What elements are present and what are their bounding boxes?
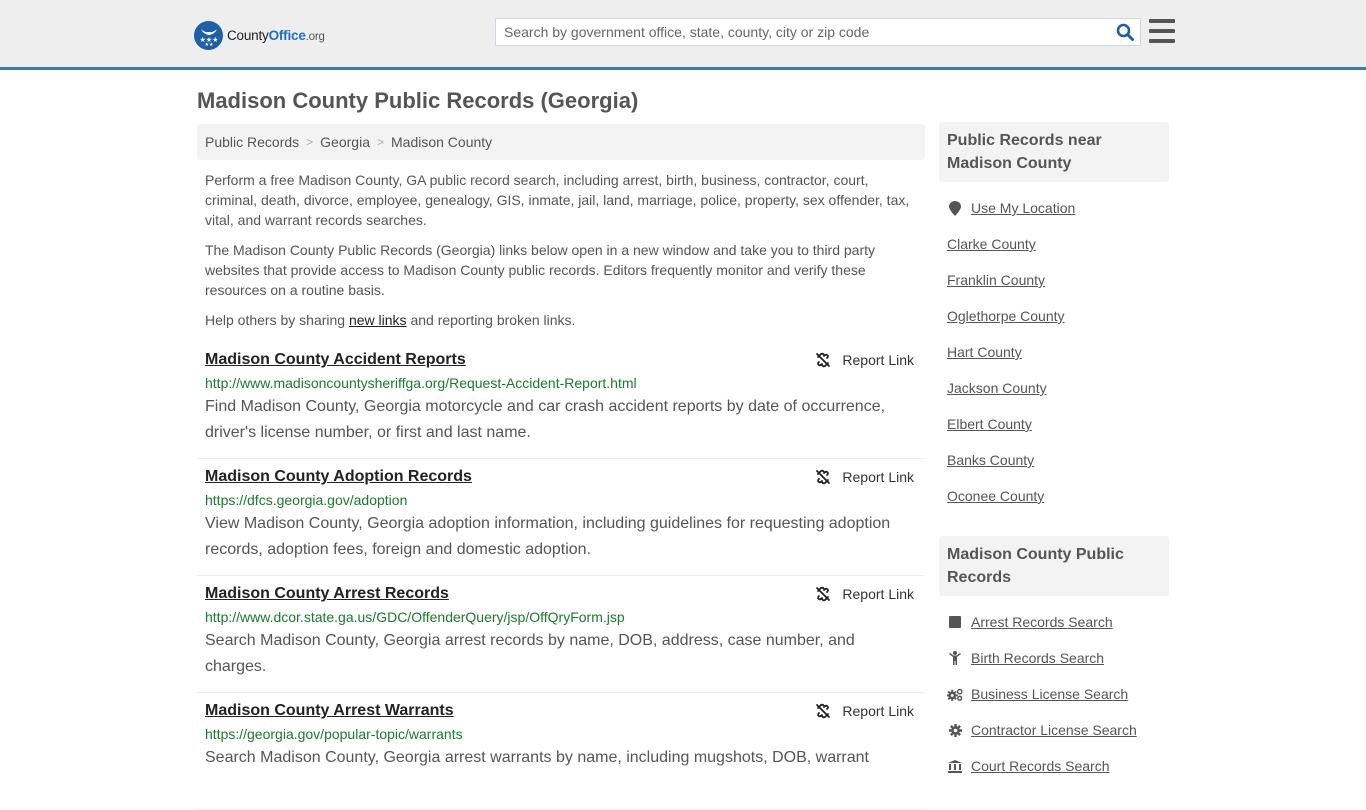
- record-title-link[interactable]: Madison County Accident Reports: [205, 350, 466, 370]
- site-header: ★★★ ★★ CountyOffice.org: [0, 0, 1366, 70]
- use-my-location-link[interactable]: Use My Location: [971, 200, 1075, 216]
- sidebar-county-records: Madison County Public Records Arrest Rec…: [939, 536, 1169, 784]
- record-item: Madison County Accident Reports Report L…: [197, 342, 925, 459]
- gears-icon: [947, 688, 963, 701]
- use-location-item: Use My Location: [947, 190, 1169, 226]
- sidebar-nearby: Public Records near Madison County Use M…: [939, 122, 1169, 514]
- site-logo[interactable]: ★★★ ★★ CountyOffice.org: [194, 20, 325, 50]
- county-record-item: Contractor License Search: [947, 712, 1169, 748]
- logo-text: CountyOffice.org: [227, 28, 325, 43]
- nearby-county-item: Clarke County: [947, 226, 1169, 262]
- sidebar-nearby-heading: Public Records near Madison County: [939, 122, 1169, 182]
- new-links-link[interactable]: new links: [349, 312, 407, 328]
- record-description: Search Madison County, Georgia arrest wa…: [205, 749, 869, 766]
- search-icon: [1116, 23, 1134, 41]
- broken-link-icon: [816, 469, 831, 485]
- nearby-county-link[interactable]: Oglethorpe County: [947, 308, 1065, 324]
- nearby-county-link[interactable]: Hart County: [947, 344, 1022, 360]
- search-bar: [495, 18, 1141, 46]
- hamburger-menu-button[interactable]: [1149, 19, 1175, 43]
- intro-text: Perform a free Madison County, GA public…: [205, 170, 920, 340]
- intro-paragraph-1: Perform a free Madison County, GA public…: [205, 172, 910, 228]
- records-list: Madison County Accident Reports Report L…: [197, 342, 925, 810]
- broken-link-icon: [816, 586, 831, 602]
- menu-bar-icon: [1149, 39, 1175, 43]
- sidebar-county-records-heading: Madison County Public Records: [939, 536, 1169, 596]
- breadcrumb-separator: >: [376, 135, 384, 149]
- nearby-county-link[interactable]: Elbert County: [947, 416, 1032, 432]
- report-link-button[interactable]: Report Link: [815, 469, 914, 485]
- intro-paragraph-2: The Madison County Public Records (Georg…: [205, 242, 876, 298]
- record-description: Search Madison County, Georgia arrest re…: [205, 632, 855, 675]
- breadcrumb-georgia[interactable]: Georgia: [320, 134, 370, 150]
- record-url: http://www.dcor.state.ga.us/GDC/Offender…: [205, 609, 625, 625]
- nearby-county-item: Banks County: [947, 442, 1169, 478]
- breadcrumb-public-records[interactable]: Public Records: [205, 134, 299, 150]
- search-button[interactable]: [1110, 19, 1140, 45]
- nearby-county-item: Oglethorpe County: [947, 298, 1169, 334]
- nearby-county-link[interactable]: Oconee County: [947, 488, 1044, 504]
- nearby-list: Use My Location Clarke County Franklin C…: [939, 190, 1169, 514]
- record-url: https://georgia.gov/popular-topic/warran…: [205, 726, 463, 742]
- report-link-label: Report Link: [842, 352, 914, 368]
- nearby-county-item: Jackson County: [947, 370, 1169, 406]
- courthouse-icon: [947, 759, 963, 773]
- child-icon: [947, 651, 963, 665]
- nearby-county-item: Elbert County: [947, 406, 1169, 442]
- record-item: Madison County Arrest Records Report Lin…: [197, 576, 925, 693]
- nearby-county-link[interactable]: Jackson County: [947, 380, 1047, 396]
- page-title: Madison County Public Records (Georgia): [197, 88, 639, 113]
- record-item: Madison County Adoption Records Report L…: [197, 459, 925, 576]
- report-link-button[interactable]: Report Link: [815, 586, 914, 602]
- report-link-button[interactable]: Report Link: [815, 703, 914, 719]
- county-records-list: Arrest Records Search Birth Records Sear…: [939, 604, 1169, 784]
- svg-text:★★: ★★: [204, 42, 213, 46]
- report-link-label: Report Link: [842, 586, 914, 602]
- record-url: https://dfcs.georgia.gov/adoption: [205, 492, 408, 508]
- report-link-label: Report Link: [842, 703, 914, 719]
- search-input[interactable]: [496, 19, 1110, 45]
- nearby-county-item: Oconee County: [947, 478, 1169, 514]
- breadcrumb: Public Records > Georgia > Madison Count…: [197, 124, 925, 160]
- logo-office: Office: [268, 27, 306, 43]
- intro-text-before: Help others by sharing: [205, 312, 349, 328]
- record-description: View Madison County, Georgia adoption in…: [205, 515, 891, 558]
- record-description: Find Madison County, Georgia motorcycle …: [205, 398, 886, 441]
- record-title-link[interactable]: Madison County Arrest Records: [205, 584, 449, 604]
- birth-records-search-link[interactable]: Birth Records Search: [971, 650, 1104, 666]
- nearby-county-item: Franklin County: [947, 262, 1169, 298]
- breadcrumb-separator: >: [306, 135, 314, 149]
- nearby-county-link[interactable]: Franklin County: [947, 272, 1045, 288]
- map-marker-icon: [947, 200, 963, 216]
- county-record-item: Birth Records Search: [947, 640, 1169, 676]
- report-link-label: Report Link: [842, 469, 914, 485]
- nearby-county-link[interactable]: Banks County: [947, 452, 1034, 468]
- intro-text-after: and reporting broken links.: [406, 312, 576, 328]
- menu-bar-icon: [1149, 29, 1175, 33]
- breadcrumb-madison-county[interactable]: Madison County: [391, 134, 492, 150]
- nearby-county-link[interactable]: Clarke County: [947, 236, 1036, 252]
- logo-county: County: [227, 27, 269, 43]
- menu-bar-icon: [1149, 19, 1175, 23]
- record-title-link[interactable]: Madison County Adoption Records: [205, 467, 472, 487]
- arrest-records-search-link[interactable]: Arrest Records Search: [971, 614, 1113, 630]
- intro-paragraph-3: Help others by sharing new links and rep…: [205, 310, 920, 330]
- business-license-search-link[interactable]: Business License Search: [971, 686, 1128, 702]
- gear-icon: [947, 723, 963, 737]
- court-records-search-link[interactable]: Court Records Search: [971, 758, 1110, 774]
- record-title-link[interactable]: Madison County Arrest Warrants: [205, 701, 454, 721]
- square-icon: [947, 616, 963, 628]
- record-url: http://www.madisoncountysheriffga.org/Re…: [205, 375, 637, 391]
- broken-link-icon: [816, 703, 831, 719]
- county-record-item: Business License Search: [947, 676, 1169, 712]
- broken-link-icon: [816, 352, 831, 368]
- logo-org: .org: [305, 30, 325, 43]
- record-item: Madison County Arrest Warrants Report Li…: [197, 693, 925, 810]
- county-record-item: Arrest Records Search: [947, 604, 1169, 640]
- report-link-button[interactable]: Report Link: [815, 352, 914, 368]
- county-record-item: Court Records Search: [947, 748, 1169, 784]
- nearby-county-item: Hart County: [947, 334, 1169, 370]
- contractor-license-search-link[interactable]: Contractor License Search: [971, 722, 1137, 738]
- eagle-logo-icon: ★★★ ★★: [194, 20, 223, 50]
